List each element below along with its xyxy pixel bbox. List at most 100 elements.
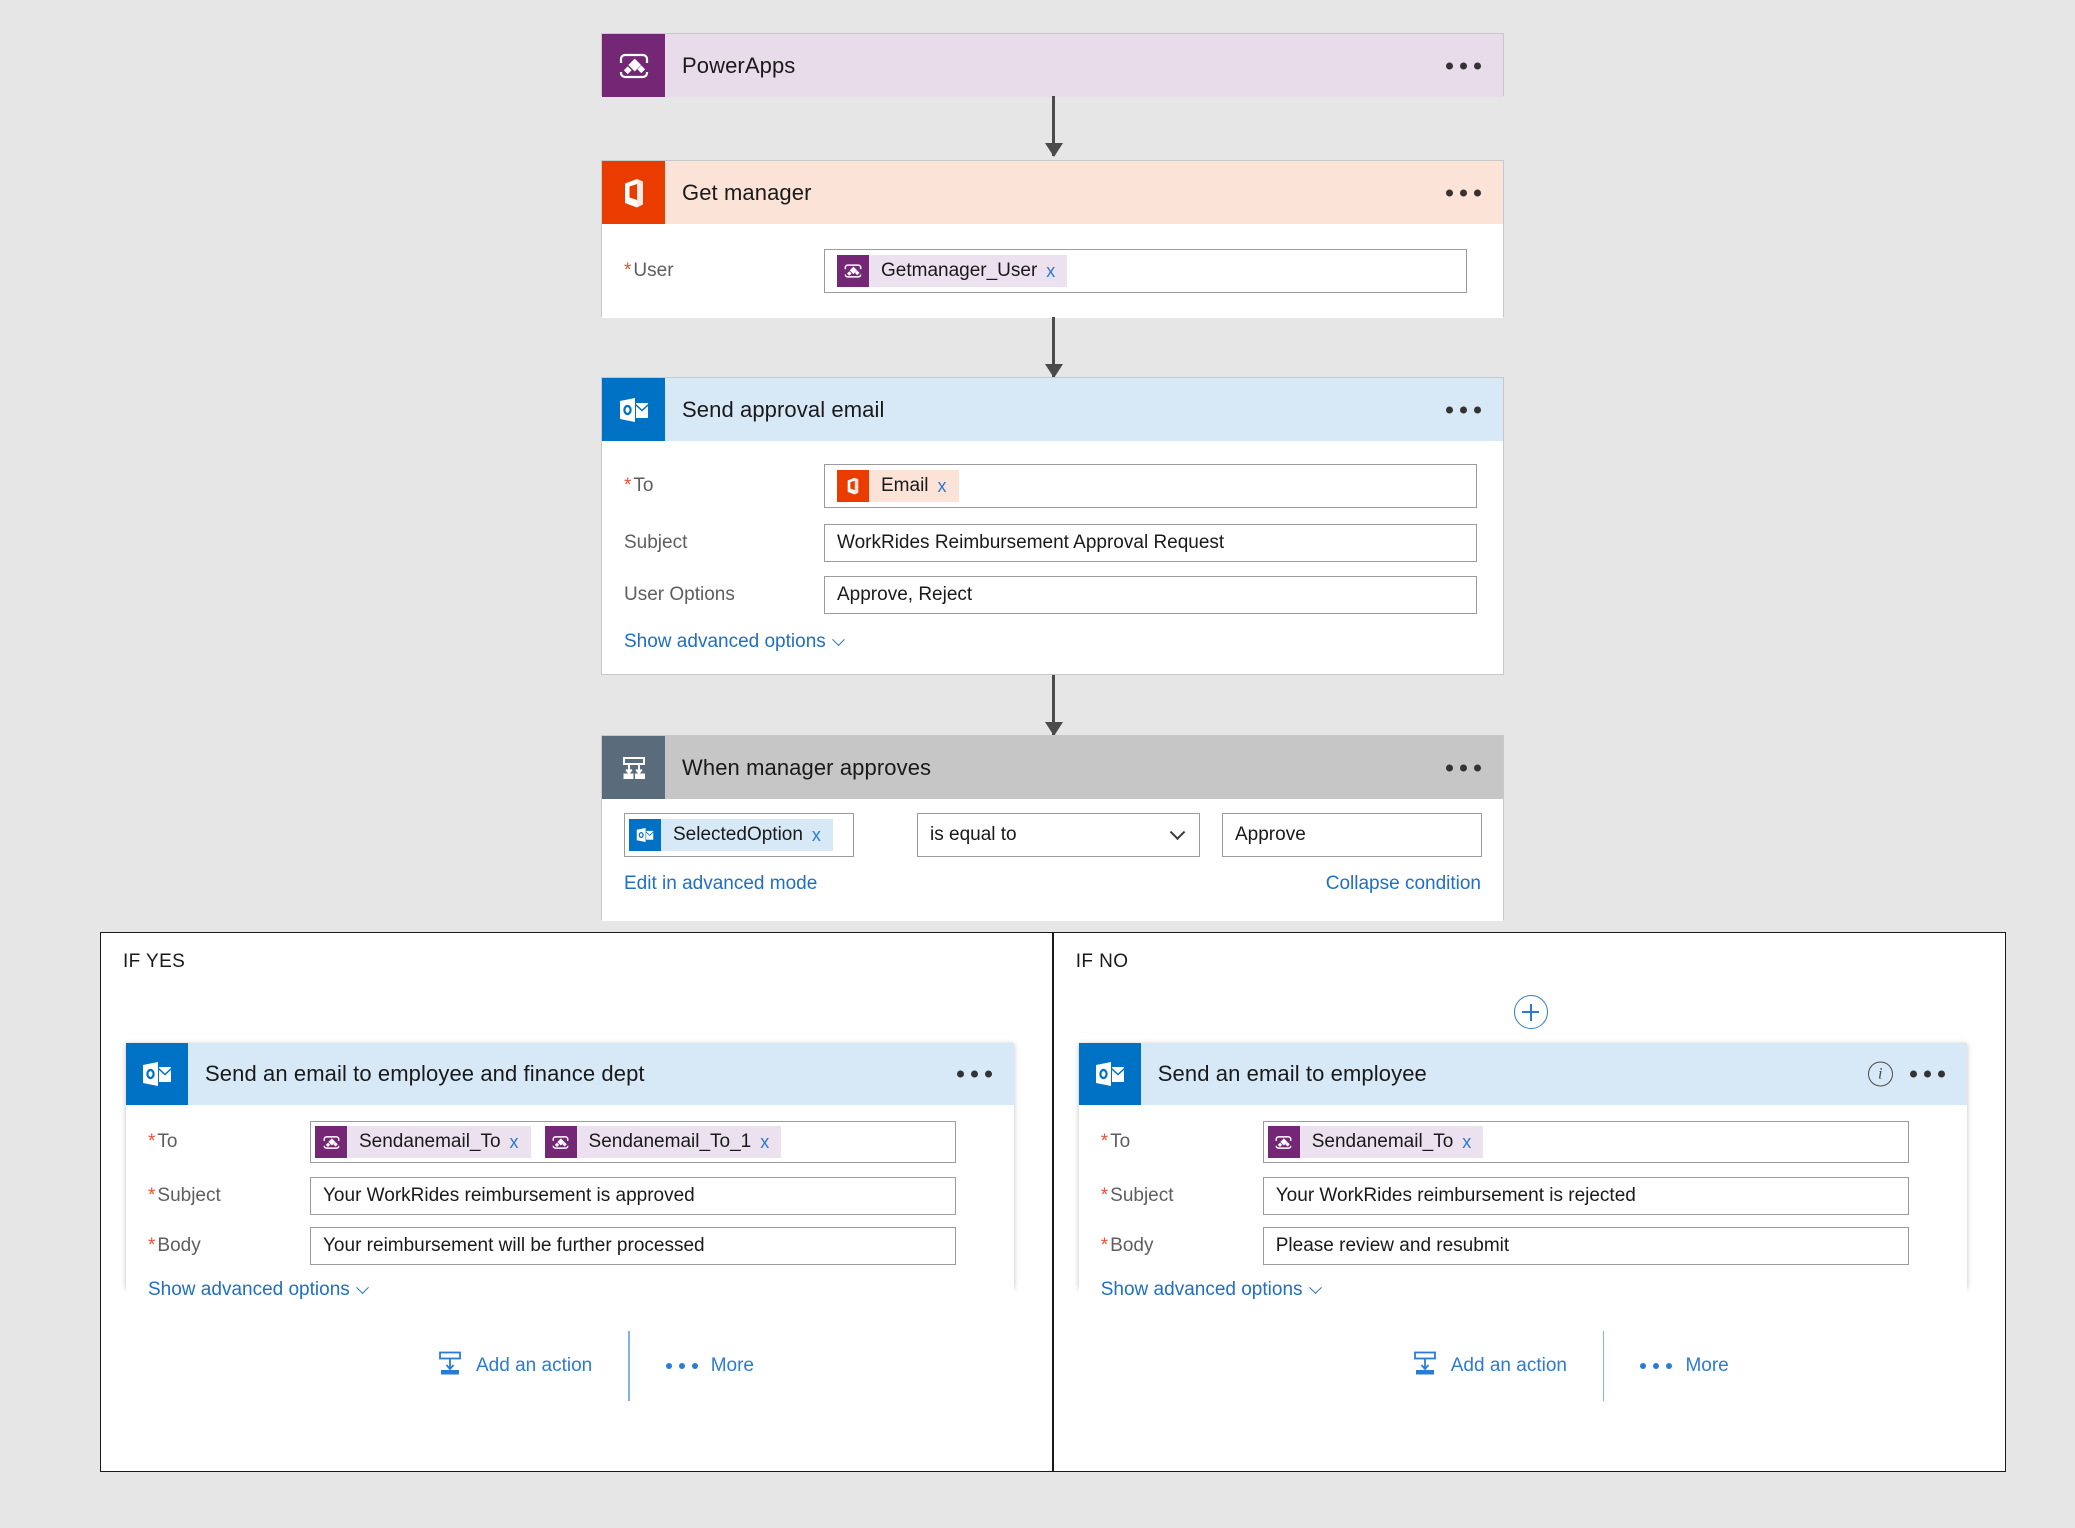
add-action-label: Add an action [1450, 1355, 1567, 1376]
to-token-field[interactable]: Sendanemail_To x [310, 1121, 956, 1163]
field-row-to: * To [126, 1113, 1014, 1171]
plus-circle-icon[interactable] [1513, 995, 1548, 1029]
card-get-manager[interactable]: Get manager * User Getmanager_User x [601, 160, 1504, 318]
remove-token-icon[interactable]: x [938, 470, 959, 502]
token-label: Getmanager_User [881, 260, 1038, 281]
more-options-icon[interactable] [1446, 62, 1481, 69]
required-asterisk: * [1100, 1185, 1109, 1206]
user-options-input[interactable]: Approve, Reject [824, 576, 1477, 614]
chevron-down-icon [831, 632, 845, 646]
token-pill[interactable]: Getmanager_User x [837, 255, 1068, 287]
more-dots-icon [665, 1363, 698, 1369]
add-an-action-button[interactable]: Add an action [1376, 1350, 1603, 1382]
field-row-to: * To Email x [602, 455, 1503, 517]
card-title: Send an email to employee [1157, 1061, 1427, 1086]
remove-token-icon[interactable]: x [1462, 1126, 1483, 1158]
condition-value-input[interactable]: Approve [1222, 813, 1482, 857]
more-options-icon[interactable] [1909, 1070, 1945, 1078]
card-header[interactable]: Send an email to employee and finance de… [126, 1043, 1014, 1105]
card-header[interactable]: Get manager [602, 161, 1503, 224]
powerapps-icon [837, 255, 869, 287]
info-icon[interactable]: i [1867, 1061, 1893, 1087]
connector-arrow [1052, 675, 1055, 735]
field-row-subject: * Subject Your WorkRides reimbursement is… [126, 1171, 1014, 1221]
to-token-field[interactable]: Sendanemail_To x [1262, 1121, 1909, 1163]
field-label: User Options [624, 584, 735, 605]
card-send-email-employee[interactable]: Send an email to employee i * To Sendane… [1078, 1043, 1967, 1301]
outlook-icon [1078, 1043, 1141, 1105]
more-button[interactable]: More [1604, 1355, 1764, 1377]
card-send-approval-email[interactable]: Send approval email * To Email x Subject… [601, 377, 1504, 675]
card-header[interactable]: Send an email to employee i [1078, 1043, 1967, 1105]
required-asterisk: * [148, 1185, 156, 1206]
add-an-action-button[interactable]: Add an action [401, 1350, 628, 1382]
to-token-field[interactable]: Email x [824, 464, 1477, 508]
card-title: Get manager [682, 179, 812, 205]
token-pill[interactable]: Sendanemail_To x [1267, 1126, 1484, 1158]
branch-label-if-no: IF NO [1075, 951, 1129, 972]
more-dots-icon [1640, 1363, 1673, 1369]
subject-input[interactable]: Your WorkRides reimbursement is rejected [1262, 1177, 1909, 1215]
branch-footer-if-yes: Add an action More [401, 1331, 790, 1401]
card-header[interactable]: Send approval email [602, 378, 1503, 441]
token-pill[interactable]: Email x [837, 470, 959, 502]
required-asterisk: * [1100, 1235, 1109, 1256]
office365-users-icon [602, 161, 665, 224]
connector-arrow [1052, 317, 1055, 377]
more-label: More [1685, 1355, 1729, 1376]
card-when-manager-approves[interactable]: When manager approves SelectedOption x i… [601, 735, 1504, 921]
show-advanced-options-link[interactable]: Show advanced options [1101, 1279, 1322, 1301]
branch-footer-if-no: Add an action More [1376, 1331, 1765, 1401]
more-options-icon[interactable] [957, 1070, 992, 1078]
card-body: * User Getmanager_User x [602, 224, 1503, 318]
chevron-down-icon [1169, 824, 1186, 841]
collapse-condition-link[interactable]: Collapse condition [1326, 873, 1481, 895]
condition-operator-select[interactable]: is equal to [917, 813, 1200, 857]
show-advanced-options-link[interactable]: Show advanced options [624, 631, 845, 653]
token-label: Sendanemail_To [1311, 1131, 1454, 1152]
field-label: * To [624, 475, 654, 496]
powerapps-icon [544, 1126, 577, 1158]
subject-input[interactable]: Your WorkRides reimbursement is approved [310, 1177, 956, 1215]
branch-if-no: IF NO Send an email to employee i * To S… [1054, 933, 2005, 1471]
card-send-email-employee-finance[interactable]: Send an email to employee and finance de… [126, 1043, 1014, 1301]
field-label: * Subject [1100, 1185, 1174, 1206]
field-row-user: * User Getmanager_User x [602, 224, 1503, 318]
outlook-icon [602, 378, 665, 441]
card-title: PowerApps [682, 52, 796, 78]
more-button[interactable]: More [630, 1355, 790, 1377]
body-input[interactable]: Please review and resubmit [1262, 1227, 1909, 1265]
more-options-icon[interactable] [1446, 189, 1481, 196]
user-token-field[interactable]: Getmanager_User x [824, 249, 1467, 293]
required-asterisk: * [624, 260, 632, 281]
show-advanced-options-link[interactable]: Show advanced options [148, 1279, 369, 1301]
more-options-icon[interactable] [1446, 406, 1481, 413]
subject-input[interactable]: WorkRides Reimbursement Approval Request [824, 524, 1477, 562]
remove-token-icon[interactable]: x [760, 1126, 781, 1158]
powerapps-icon [602, 34, 665, 97]
token-pill[interactable]: Sendanemail_To_1 x [544, 1126, 782, 1158]
token-pill[interactable]: SelectedOption x [629, 819, 833, 851]
body-input[interactable]: Your reimbursement will be further proce… [310, 1227, 956, 1265]
operator-value: is equal to [930, 824, 1017, 845]
more-options-icon[interactable] [1446, 764, 1481, 771]
remove-token-icon[interactable]: x [510, 1126, 531, 1158]
card-body: * To [1078, 1113, 1967, 1301]
required-asterisk: * [624, 475, 632, 496]
card-header[interactable]: When manager approves [602, 736, 1503, 799]
card-header[interactable]: PowerApps [602, 34, 1503, 97]
remove-token-icon[interactable]: x [812, 819, 833, 851]
condition-icon [602, 736, 665, 799]
more-label: More [710, 1355, 754, 1376]
token-pill[interactable]: Sendanemail_To x [315, 1126, 531, 1158]
required-asterisk: * [1100, 1131, 1109, 1152]
office365-users-icon [837, 470, 869, 502]
remove-token-icon[interactable]: x [1046, 255, 1067, 287]
branch-label-if-yes: IF YES [123, 951, 186, 972]
powerapps-icon [1267, 1126, 1300, 1158]
card-title: When manager approves [682, 754, 932, 780]
card-powerapps-trigger[interactable]: PowerApps [601, 33, 1504, 97]
edit-in-advanced-mode-link[interactable]: Edit in advanced mode [624, 873, 817, 895]
powerapps-icon [315, 1126, 347, 1158]
condition-left-operand[interactable]: SelectedOption x [624, 813, 854, 857]
